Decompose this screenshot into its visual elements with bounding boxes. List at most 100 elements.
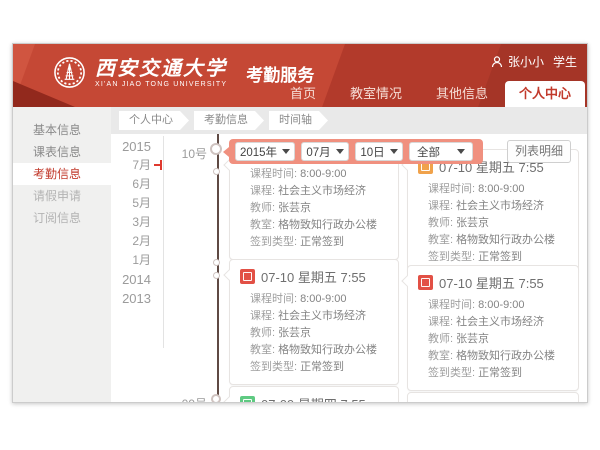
type-dropdown-value: 全部 — [417, 144, 440, 160]
filter-bar-arrow — [223, 147, 229, 157]
value-course-time: 8:00-9:00 — [478, 183, 524, 195]
scale-year-2015[interactable]: 2015 — [107, 137, 151, 156]
day-dropdown-value: 10日 — [360, 144, 384, 160]
nav-classrooms[interactable]: 教室情况 — [333, 81, 419, 107]
label-teacher: 教师: — [250, 327, 275, 339]
value-teacher: 张芸京 — [278, 202, 311, 214]
value-room: 格物致知行政办公楼 — [278, 219, 377, 231]
sidebar-item-attendance-info[interactable]: 考勤信息 — [13, 163, 111, 185]
label-signin-type: 签到类型: — [428, 251, 475, 263]
card-date: 07-09 星期四 7:55 — [261, 394, 366, 403]
label-signin-type: 签到类型: — [428, 367, 475, 379]
scale-year-2014[interactable]: 2014 — [107, 270, 151, 289]
user-info[interactable]: 张小小 学生 — [491, 53, 577, 70]
value-course: 社会主义市场经济 — [456, 316, 544, 328]
scale-month-jan[interactable]: 1月 — [107, 251, 151, 270]
value-signin-type: 正常签到 — [300, 361, 344, 373]
nav-home[interactable]: 首页 — [273, 81, 333, 107]
label-signin-type: 签到类型: — [250, 236, 297, 248]
value-room: 格物致知行政办公楼 — [456, 234, 555, 246]
label-signin-type: 签到类型: — [250, 361, 297, 373]
value-course-time: 8:00-9:00 — [300, 293, 346, 305]
sidebar-item-schedule-info[interactable]: 课表信息 — [13, 141, 111, 163]
value-course-time: 8:00-9:00 — [478, 299, 524, 311]
year-dropdown[interactable]: 2015年 — [235, 142, 295, 161]
label-room: 教室: — [428, 350, 453, 362]
filter-bar: 2015年 07月 10日 全部 — [229, 139, 483, 164]
value-signin-type: 正常签到 — [478, 251, 522, 263]
sidebar-item-subscription-info[interactable]: 订阅信息 — [13, 207, 111, 229]
month-dropdown[interactable]: 07月 — [301, 142, 349, 161]
day-dropdown[interactable]: 10日 — [355, 142, 403, 161]
day-label-10: 10号 — [153, 145, 207, 162]
scale-month-mar[interactable]: 3月 — [107, 213, 151, 232]
year-dropdown-value: 2015年 — [240, 144, 277, 160]
user-icon — [491, 56, 503, 68]
active-month-marker-stub — [154, 164, 160, 166]
chevron-down-icon — [457, 149, 465, 154]
attendance-card: 07-10 星期五 7:55 课程时间:8:00-9:00 课程:社会主义市场经… — [407, 149, 579, 275]
sidebar: 基本信息 课表信息 考勤信息 请假申请 订阅信息 — [13, 107, 111, 403]
label-course: 课程: — [250, 310, 275, 322]
label-room: 教室: — [428, 234, 453, 246]
value-teacher: 张芸京 — [278, 327, 311, 339]
label-room: 教室: — [250, 344, 275, 356]
header: 西安交通大学 XI'AN JIAO TONG UNIVERSITY 考勤服务 张… — [13, 44, 588, 107]
label-teacher: 教师: — [250, 202, 275, 214]
attendance-card: 07-10 星期五 7:55 课程时间:8:00-9:00 课程:社会主义市场经… — [407, 265, 579, 391]
label-room: 教室: — [250, 219, 275, 231]
value-course: 社会主义市场经济 — [456, 200, 544, 212]
scale-month-feb[interactable]: 2月 — [107, 232, 151, 251]
breadcrumb: 个人中心 考勤信息 时间轴 — [111, 107, 588, 134]
timeline-node-day09 — [211, 394, 221, 403]
timeline-node-small-3 — [213, 272, 220, 279]
label-teacher: 教师: — [428, 333, 453, 345]
label-course: 课程: — [428, 200, 453, 212]
value-teacher: 张芸京 — [456, 333, 489, 345]
value-signin-type: 正常签到 — [300, 236, 344, 248]
value-room: 格物致知行政办公楼 — [456, 350, 555, 362]
scale-month-jul[interactable]: 7月 — [107, 156, 151, 175]
label-course-time: 课程时间: — [428, 299, 475, 311]
scale-month-jun[interactable]: 6月 — [107, 175, 151, 194]
attendance-card — [407, 392, 579, 403]
attendance-card: 07-10 星期五 7:55 课程时间:8:00-9:00 课程:社会主义市场经… — [229, 259, 399, 385]
card-date: 07-10 星期五 7:55 — [439, 273, 544, 292]
attendance-card: 07-09 星期四 7:55 — [229, 386, 399, 403]
status-badge-icon — [240, 269, 255, 284]
label-course: 课程: — [428, 316, 453, 328]
user-name: 张小小 — [508, 53, 544, 70]
chevron-down-icon — [336, 149, 344, 154]
type-dropdown[interactable]: 全部 — [409, 142, 473, 161]
timeline-node-small-2 — [213, 259, 220, 266]
label-course-time: 课程时间: — [428, 183, 475, 195]
chevron-down-icon — [282, 149, 290, 154]
main-nav: 首页 教室情况 其他信息 个人中心 — [273, 81, 585, 107]
breadcrumb-personal-center[interactable]: 个人中心 — [119, 111, 189, 130]
sidebar-item-basic-info[interactable]: 基本信息 — [13, 119, 111, 141]
scale-month-may[interactable]: 5月 — [107, 194, 151, 213]
timeline-node-day10 — [210, 143, 222, 155]
month-dropdown-value: 07月 — [306, 144, 330, 160]
label-teacher: 教师: — [428, 217, 453, 229]
user-role: 学生 — [553, 53, 577, 70]
timeline-scale: 2015 7月 6月 5月 3月 2月 1月 2014 2013 — [107, 137, 157, 308]
value-course: 社会主义市场经济 — [278, 185, 366, 197]
label-course-time: 课程时间: — [250, 168, 297, 180]
breadcrumb-timeline[interactable]: 时间轴 — [269, 111, 328, 130]
sidebar-item-leave-request[interactable]: 请假申请 — [13, 185, 111, 207]
app-window: 西安交通大学 XI'AN JIAO TONG UNIVERSITY 考勤服务 张… — [12, 43, 588, 403]
nav-personal-center-active[interactable]: 个人中心 — [505, 81, 585, 107]
breadcrumb-attendance-info[interactable]: 考勤信息 — [194, 111, 264, 130]
value-signin-type: 正常签到 — [478, 367, 522, 379]
scale-axis-line — [163, 136, 164, 348]
label-course: 课程: — [250, 185, 275, 197]
value-teacher: 张芸京 — [456, 217, 489, 229]
list-detail-button[interactable]: 列表明细 — [507, 140, 571, 163]
scale-year-2013[interactable]: 2013 — [107, 289, 151, 308]
university-name: 西安交通大学 XI'AN JIAO TONG UNIVERSITY — [95, 57, 227, 88]
nav-other-info[interactable]: 其他信息 — [419, 81, 505, 107]
university-logo-icon — [53, 56, 86, 89]
status-badge-icon — [418, 275, 433, 290]
value-room: 格物致知行政办公楼 — [278, 344, 377, 356]
